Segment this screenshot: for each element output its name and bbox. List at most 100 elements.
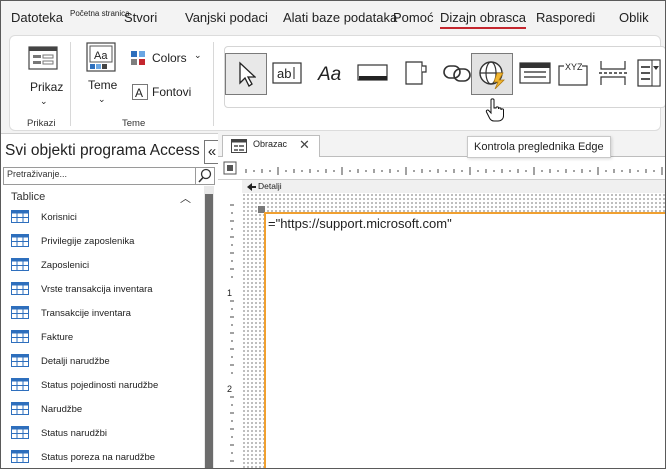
combo-box-tool-button[interactable] bbox=[629, 53, 665, 93]
table-icon bbox=[11, 282, 29, 295]
table-list-item-label: Narudžbe bbox=[41, 404, 83, 415]
ruler-mark-2: 2 bbox=[227, 384, 233, 394]
table-list-item[interactable]: Privilegije zaposlenika bbox=[11, 232, 201, 250]
nav-scrollbar-thumb[interactable] bbox=[205, 194, 213, 468]
table-icon bbox=[11, 354, 29, 367]
svg-text:ab: ab bbox=[277, 66, 291, 81]
tables-section-header[interactable]: Tablice ︿ bbox=[3, 189, 201, 205]
table-icon bbox=[11, 210, 29, 223]
control-source-expression: ="https://support.microsoft.com" bbox=[268, 216, 452, 231]
table-list-item-label: Status pojedinosti narudžbe bbox=[41, 380, 159, 391]
table-list-item[interactable]: Detalji narudžbe bbox=[11, 352, 201, 370]
select-tool-button[interactable] bbox=[225, 53, 267, 95]
table-icon bbox=[11, 426, 29, 439]
tab-format[interactable]: Oblik bbox=[619, 10, 649, 25]
tab-help[interactable]: Pomoć bbox=[393, 10, 433, 25]
document-tab-label: Obrazac bbox=[253, 139, 288, 149]
hyperlink-icon bbox=[443, 65, 471, 82]
table-list-item[interactable]: Status pojedinosti narudžbe bbox=[11, 376, 201, 394]
ruler-mark-1: 1 bbox=[227, 288, 233, 298]
themes-button-label: Teme bbox=[88, 78, 118, 92]
option-group-tool-button[interactable]: XYZ bbox=[553, 53, 593, 93]
form-icon bbox=[231, 139, 247, 153]
table-list-item[interactable]: Narudžbe bbox=[11, 400, 201, 418]
table-list-item[interactable]: Status poreza na narudžbe bbox=[11, 448, 201, 466]
table-list-item[interactable]: Fakture bbox=[11, 328, 201, 346]
tab-database-tools[interactable]: Alati baze podataka bbox=[283, 10, 397, 25]
tab-control-icon bbox=[405, 61, 427, 85]
table-list-item[interactable]: Zaposlenici bbox=[11, 256, 201, 274]
navigation-control-tool-button[interactable] bbox=[515, 53, 555, 93]
fonts-button[interactable]: A Fontovi bbox=[130, 82, 200, 102]
table-list-item-label: Zaposlenici bbox=[41, 260, 90, 271]
svg-text:A: A bbox=[135, 86, 143, 100]
table-list-item-label: Fakture bbox=[41, 332, 74, 343]
combo-box-icon bbox=[637, 59, 661, 87]
tab-home[interactable]: Početna stranica bbox=[70, 9, 130, 18]
tab-arrange[interactable]: Rasporedi bbox=[536, 10, 595, 25]
page-break-icon bbox=[599, 61, 627, 85]
table-list-item[interactable]: Korisnici bbox=[11, 208, 201, 226]
group-separator bbox=[213, 42, 214, 126]
button-icon bbox=[357, 64, 388, 81]
table-icon bbox=[11, 402, 29, 415]
view-button-label: Prikaz bbox=[30, 80, 64, 94]
colors-button[interactable]: Colors ⌄ bbox=[130, 48, 202, 68]
form-design-area: Obrazac ✕ Detalji 1 2 ="https://support.… bbox=[218, 133, 665, 468]
table-icon bbox=[11, 234, 29, 247]
ribbon-tab-bar: Datoteka Početna stranica Stvori Vanjski… bbox=[1, 1, 665, 33]
table-list-item-label: Detalji narudžbe bbox=[41, 356, 110, 367]
edge-browser-control[interactable]: ="https://support.microsoft.com" bbox=[264, 212, 665, 468]
tab-file[interactable]: Datoteka bbox=[11, 10, 63, 25]
label-tool-button[interactable]: Aa bbox=[311, 53, 351, 93]
table-icon bbox=[11, 450, 29, 463]
tab-form-design[interactable]: Dizajn obrasca bbox=[440, 10, 526, 29]
table-list-item[interactable]: Vrste transakcija inventara bbox=[11, 280, 201, 298]
select-arrow-icon bbox=[239, 61, 256, 87]
table-list-item[interactable]: Status narudžbi bbox=[11, 424, 201, 442]
edge-browser-tool-button[interactable] bbox=[471, 53, 513, 95]
view-button[interactable]: Prikaz ⌄ bbox=[18, 42, 68, 112]
horizontal-ruler bbox=[242, 157, 665, 180]
table-icon bbox=[11, 378, 29, 391]
section-arrow-icon bbox=[247, 183, 256, 191]
table-list-item-label: Privilegije zaposlenika bbox=[41, 236, 135, 247]
document-tab[interactable]: Obrazac ✕ bbox=[222, 135, 320, 157]
textbox-icon: ab bbox=[272, 62, 302, 84]
table-icon bbox=[11, 330, 29, 343]
table-list-item-label: Status narudžbi bbox=[41, 428, 108, 439]
ruler-corner[interactable] bbox=[218, 157, 243, 180]
form-view-icon bbox=[28, 46, 58, 70]
views-group-label: Prikazi bbox=[27, 118, 56, 129]
tab-create[interactable]: Stvori bbox=[124, 10, 157, 25]
table-list-item-label: Vrste transakcija inventara bbox=[41, 284, 153, 295]
table-list-item[interactable]: Transakcije inventara bbox=[11, 304, 201, 322]
controls-gallery: ab Aa XYZ bbox=[224, 46, 665, 108]
svg-text:XYZ: XYZ bbox=[565, 62, 583, 72]
tables-section-label: Tablice bbox=[11, 191, 46, 203]
close-icon[interactable]: ✕ bbox=[299, 137, 310, 153]
themes-icon: Aa bbox=[86, 42, 116, 72]
detail-section-label: Detalji bbox=[258, 181, 282, 191]
colors-button-label: Colors bbox=[152, 51, 187, 65]
nav-pane-title: Svi objekti programa Access bbox=[5, 142, 200, 159]
nav-scrollbar[interactable] bbox=[204, 186, 214, 468]
label-icon: Aa bbox=[317, 64, 341, 85]
search-icon[interactable] bbox=[195, 167, 214, 185]
fonts-button-label: Fontovi bbox=[152, 85, 192, 99]
table-icon bbox=[11, 306, 29, 319]
page-break-tool-button[interactable] bbox=[593, 53, 633, 93]
tab-external-data[interactable]: Vanjski podaci bbox=[185, 10, 268, 25]
detail-section-bar[interactable]: Detalji bbox=[242, 180, 665, 194]
button-tool-button[interactable] bbox=[353, 53, 393, 93]
vertical-ruler: 1 2 bbox=[218, 193, 243, 468]
textbox-tool-button[interactable]: ab bbox=[267, 53, 307, 93]
control-tooltip: Kontrola preglednika Edge bbox=[467, 136, 611, 158]
color-palette-icon bbox=[131, 51, 145, 65]
nav-search-input[interactable]: Pretraživanje... bbox=[3, 167, 215, 185]
tab-control-tool-button[interactable] bbox=[395, 53, 435, 93]
table-list-item-label: Korisnici bbox=[41, 212, 77, 223]
search-placeholder: Pretraživanje... bbox=[7, 169, 68, 179]
themes-button[interactable]: Aa Teme ⌄ bbox=[78, 40, 122, 110]
themes-group-label: Teme bbox=[122, 118, 146, 129]
